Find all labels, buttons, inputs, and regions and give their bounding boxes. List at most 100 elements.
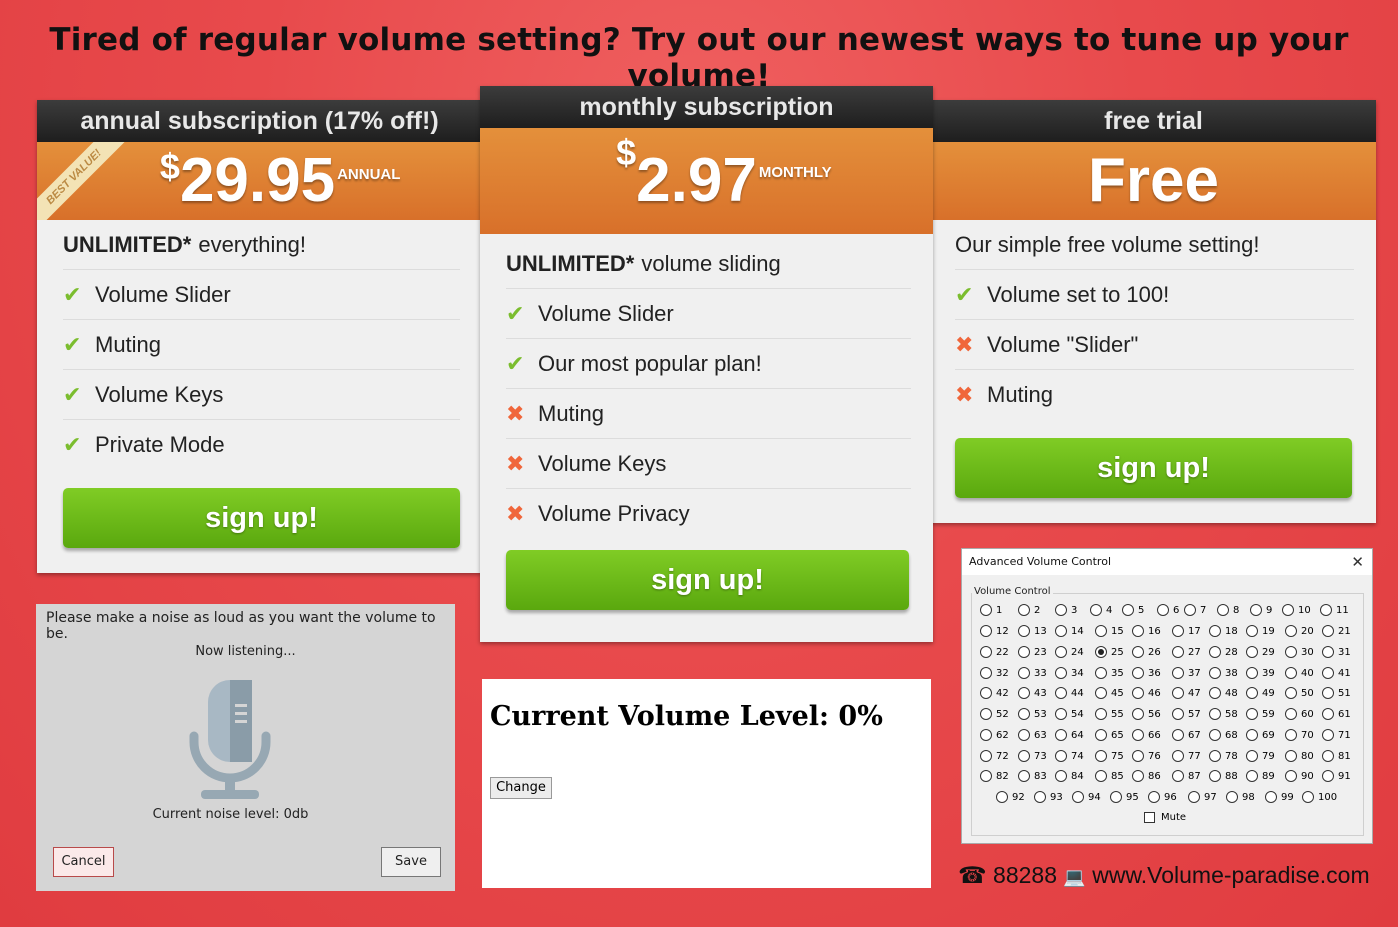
change-button[interactable]: Change bbox=[490, 777, 552, 799]
close-icon[interactable]: ✕ bbox=[1351, 549, 1364, 575]
radio-circle[interactable] bbox=[1322, 729, 1334, 741]
radio-circle[interactable] bbox=[1285, 708, 1297, 720]
volume-radio-52[interactable]: 52 bbox=[980, 708, 1009, 720]
radio-circle[interactable] bbox=[1285, 625, 1297, 637]
volume-radio-87[interactable]: 87 bbox=[1172, 770, 1201, 782]
radio-circle[interactable] bbox=[1285, 770, 1297, 782]
volume-radio-17[interactable]: 17 bbox=[1172, 625, 1201, 637]
volume-radio-1[interactable]: 1 bbox=[980, 604, 1002, 616]
volume-radio-38[interactable]: 38 bbox=[1209, 667, 1238, 679]
volume-radio-40[interactable]: 40 bbox=[1285, 667, 1314, 679]
volume-radio-24[interactable]: 24 bbox=[1055, 646, 1084, 658]
volume-radio-16[interactable]: 16 bbox=[1132, 625, 1161, 637]
volume-radio-86[interactable]: 86 bbox=[1132, 770, 1161, 782]
radio-circle[interactable] bbox=[1132, 750, 1144, 762]
volume-radio-53[interactable]: 53 bbox=[1018, 708, 1047, 720]
radio-circle[interactable] bbox=[980, 667, 992, 679]
volume-radio-61[interactable]: 61 bbox=[1322, 708, 1351, 720]
volume-radio-92[interactable]: 92 bbox=[996, 791, 1025, 803]
volume-radio-42[interactable]: 42 bbox=[980, 687, 1009, 699]
volume-radio-13[interactable]: 13 bbox=[1018, 625, 1047, 637]
volume-radio-48[interactable]: 48 bbox=[1209, 687, 1238, 699]
volume-radio-8[interactable]: 8 bbox=[1217, 604, 1239, 616]
radio-circle[interactable] bbox=[980, 729, 992, 741]
volume-radio-56[interactable]: 56 bbox=[1132, 708, 1161, 720]
radio-circle[interactable] bbox=[980, 646, 992, 658]
radio-circle[interactable] bbox=[1110, 791, 1122, 803]
volume-radio-63[interactable]: 63 bbox=[1018, 729, 1047, 741]
radio-circle[interactable] bbox=[1055, 646, 1067, 658]
volume-radio-7[interactable]: 7 bbox=[1184, 604, 1206, 616]
volume-radio-69[interactable]: 69 bbox=[1246, 729, 1275, 741]
radio-circle[interactable] bbox=[980, 625, 992, 637]
volume-radio-90[interactable]: 90 bbox=[1285, 770, 1314, 782]
volume-radio-54[interactable]: 54 bbox=[1055, 708, 1084, 720]
radio-circle[interactable] bbox=[1034, 791, 1046, 803]
volume-radio-18[interactable]: 18 bbox=[1209, 625, 1238, 637]
radio-circle[interactable] bbox=[1172, 708, 1184, 720]
volume-radio-3[interactable]: 3 bbox=[1055, 604, 1077, 616]
radio-circle[interactable] bbox=[1095, 708, 1107, 720]
volume-radio-34[interactable]: 34 bbox=[1055, 667, 1084, 679]
volume-radio-77[interactable]: 77 bbox=[1172, 750, 1201, 762]
radio-circle[interactable] bbox=[1055, 708, 1067, 720]
radio-circle[interactable] bbox=[1322, 625, 1334, 637]
volume-radio-79[interactable]: 79 bbox=[1246, 750, 1275, 762]
volume-radio-45[interactable]: 45 bbox=[1095, 687, 1124, 699]
radio-circle[interactable] bbox=[1184, 604, 1196, 616]
volume-radio-60[interactable]: 60 bbox=[1285, 708, 1314, 720]
monthly-signup-button[interactable]: sign up! bbox=[506, 550, 909, 610]
volume-radio-59[interactable]: 59 bbox=[1246, 708, 1275, 720]
volume-radio-73[interactable]: 73 bbox=[1018, 750, 1047, 762]
radio-circle[interactable] bbox=[1132, 646, 1144, 658]
volume-radio-100[interactable]: 100 bbox=[1302, 791, 1337, 803]
volume-radio-71[interactable]: 71 bbox=[1322, 729, 1351, 741]
volume-radio-50[interactable]: 50 bbox=[1285, 687, 1314, 699]
radio-circle[interactable] bbox=[1246, 667, 1258, 679]
volume-radio-84[interactable]: 84 bbox=[1055, 770, 1084, 782]
volume-radio-27[interactable]: 27 bbox=[1172, 646, 1201, 658]
volume-radio-10[interactable]: 10 bbox=[1282, 604, 1311, 616]
radio-circle[interactable] bbox=[1322, 750, 1334, 762]
volume-radio-23[interactable]: 23 bbox=[1018, 646, 1047, 658]
save-button[interactable]: Save bbox=[381, 847, 441, 877]
radio-circle[interactable] bbox=[1322, 687, 1334, 699]
radio-circle[interactable] bbox=[1320, 604, 1332, 616]
volume-radio-98[interactable]: 98 bbox=[1226, 791, 1255, 803]
free-signup-button[interactable]: sign up! bbox=[955, 438, 1352, 498]
volume-radio-68[interactable]: 68 bbox=[1209, 729, 1238, 741]
radio-circle[interactable] bbox=[1285, 646, 1297, 658]
radio-circle[interactable] bbox=[1148, 791, 1160, 803]
volume-radio-39[interactable]: 39 bbox=[1246, 667, 1275, 679]
volume-radio-82[interactable]: 82 bbox=[980, 770, 1009, 782]
volume-radio-35[interactable]: 35 bbox=[1095, 667, 1124, 679]
radio-circle[interactable] bbox=[1302, 791, 1314, 803]
radio-circle[interactable] bbox=[1285, 687, 1297, 699]
radio-circle[interactable] bbox=[1322, 708, 1334, 720]
radio-circle[interactable] bbox=[1132, 708, 1144, 720]
radio-circle[interactable] bbox=[1172, 687, 1184, 699]
volume-radio-83[interactable]: 83 bbox=[1018, 770, 1047, 782]
annual-signup-button[interactable]: sign up! bbox=[63, 488, 460, 548]
radio-circle[interactable] bbox=[1285, 667, 1297, 679]
radio-circle[interactable] bbox=[1246, 687, 1258, 699]
radio-circle[interactable] bbox=[1246, 646, 1258, 658]
volume-radio-95[interactable]: 95 bbox=[1110, 791, 1139, 803]
volume-radio-44[interactable]: 44 bbox=[1055, 687, 1084, 699]
volume-radio-89[interactable]: 89 bbox=[1246, 770, 1275, 782]
radio-circle[interactable] bbox=[1055, 625, 1067, 637]
volume-radio-12[interactable]: 12 bbox=[980, 625, 1009, 637]
radio-circle[interactable] bbox=[1055, 729, 1067, 741]
volume-radio-46[interactable]: 46 bbox=[1132, 687, 1161, 699]
mute-checkbox[interactable]: Mute bbox=[1144, 812, 1186, 823]
volume-radio-33[interactable]: 33 bbox=[1018, 667, 1047, 679]
volume-radio-72[interactable]: 72 bbox=[980, 750, 1009, 762]
volume-radio-97[interactable]: 97 bbox=[1188, 791, 1217, 803]
radio-circle[interactable] bbox=[1018, 646, 1030, 658]
volume-radio-85[interactable]: 85 bbox=[1095, 770, 1124, 782]
radio-circle[interactable] bbox=[1217, 604, 1229, 616]
volume-radio-5[interactable]: 5 bbox=[1122, 604, 1144, 616]
radio-circle[interactable] bbox=[1132, 667, 1144, 679]
volume-radio-65[interactable]: 65 bbox=[1095, 729, 1124, 741]
radio-circle[interactable] bbox=[1055, 687, 1067, 699]
